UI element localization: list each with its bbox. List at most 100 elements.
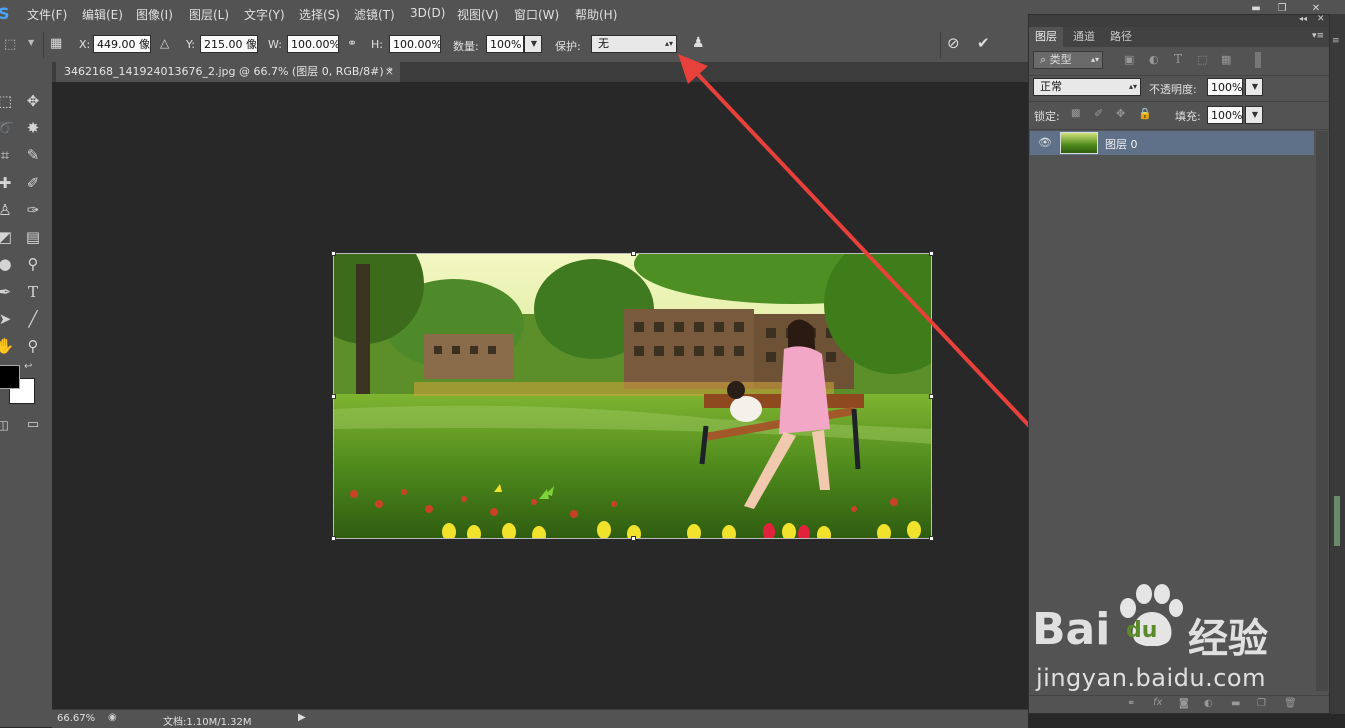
pen-tool-icon[interactable]: ✒: [0, 281, 16, 303]
x-label: X:: [79, 38, 91, 51]
lasso-tool-icon[interactable]: ➰: [0, 117, 16, 139]
menu-help[interactable]: 帮助(H): [575, 6, 617, 23]
new-group-icon[interactable]: ▬: [1231, 698, 1240, 709]
link-layers-icon[interactable]: ⚭: [1127, 698, 1135, 709]
height-field[interactable]: 100.00%: [389, 35, 441, 53]
lock-label: 锁定:: [1034, 110, 1060, 123]
filter-kind-dropdown[interactable]: ⌕ 类型 ▴▾: [1033, 51, 1103, 69]
fx-icon[interactable]: fx: [1153, 697, 1162, 708]
relative-position-icon[interactable]: △: [160, 36, 169, 50]
opacity-field[interactable]: 100%: [1207, 78, 1243, 96]
layer-name[interactable]: 图层 0: [1105, 136, 1138, 152]
clone-stamp-icon[interactable]: ♙: [0, 199, 16, 221]
width-field[interactable]: 100.00%: [287, 35, 339, 53]
healing-brush-icon[interactable]: ✚: [0, 172, 16, 194]
brush-tool-icon[interactable]: ✐: [22, 172, 44, 194]
adjustment-layer-icon[interactable]: ◐: [1204, 698, 1213, 709]
transform-handle-t[interactable]: [631, 251, 636, 256]
menu-3d[interactable]: 3D(D): [410, 6, 445, 20]
layer-thumbnail: [1060, 132, 1098, 154]
lock-brush-icon[interactable]: ✐: [1094, 107, 1103, 120]
fill-dropdown[interactable]: ▼: [1245, 106, 1263, 124]
transform-handle-bl[interactable]: [331, 536, 336, 541]
menu-select[interactable]: 选择(S): [299, 6, 340, 23]
tool-preset-arrow-icon[interactable]: ▼: [28, 38, 34, 47]
menu-type[interactable]: 文字(Y): [244, 6, 285, 23]
transform-tool-icon[interactable]: ⬚: [4, 37, 16, 52]
panel-tabs: 图层 通道 路径 ▾≡: [1029, 27, 1329, 47]
menu-image[interactable]: 图像(I): [136, 6, 173, 23]
menu-layer[interactable]: 图层(L): [189, 6, 229, 23]
lock-transparent-icon[interactable]: ▩: [1071, 108, 1080, 119]
add-mask-icon[interactable]: ◙: [1179, 698, 1189, 709]
quick-mask-icon[interactable]: ◫: [0, 414, 14, 436]
close-panel-icon[interactable]: ✕: [1317, 14, 1325, 24]
status-info-icon[interactable]: ◉: [108, 712, 117, 723]
x-field[interactable]: 449.00 像素: [93, 35, 151, 53]
collapse-panel-icon[interactable]: ◂◂: [1299, 14, 1307, 23]
menu-edit[interactable]: 编辑(E): [82, 6, 123, 23]
gradient-tool-icon[interactable]: ▤: [22, 226, 44, 248]
document-tab[interactable]: 3462168_141924013676_2.jpg @ 66.7% (图层 0…: [56, 62, 400, 82]
filter-pixel-icon[interactable]: ▣: [1124, 53, 1134, 66]
history-brush-icon[interactable]: ✑: [22, 199, 44, 221]
delete-layer-icon[interactable]: 🗑: [1284, 698, 1297, 709]
menu-window[interactable]: 窗口(W): [514, 6, 559, 23]
filter-adjustment-icon[interactable]: ◐: [1149, 53, 1159, 66]
eraser-tool-icon[interactable]: ◩: [0, 226, 16, 248]
eyedropper-icon[interactable]: ✎: [22, 144, 44, 166]
menu-filter[interactable]: 滤镜(T): [354, 6, 395, 23]
menu-file[interactable]: 文件(F): [27, 6, 67, 23]
lock-all-icon[interactable]: 🔒: [1138, 107, 1152, 120]
layer-visibility-eye-icon[interactable]: 👁: [1038, 136, 1052, 149]
search-icon: ⌕: [1040, 53, 1050, 66]
protect-label: 保护:: [555, 40, 581, 53]
dock-scroll-handle[interactable]: [1334, 496, 1340, 546]
menu-view[interactable]: 视图(V): [457, 6, 499, 23]
swap-colors-icon[interactable]: ↩: [24, 361, 32, 372]
zoom-level[interactable]: 66.67%: [57, 713, 95, 724]
dodge-tool-icon[interactable]: ⚲: [22, 253, 44, 275]
transform-handle-l[interactable]: [331, 394, 336, 399]
panel-options-icon[interactable]: ▾≡: [1312, 31, 1324, 41]
y-field[interactable]: 215.00 像素: [200, 35, 258, 53]
link-icon[interactable]: ⚭: [347, 36, 357, 50]
opacity-dropdown[interactable]: ▼: [1245, 78, 1263, 96]
marquee-tool-icon[interactable]: ⬚: [0, 90, 16, 112]
layer-row[interactable]: 👁 图层 0: [1030, 131, 1314, 155]
crop-tool-icon[interactable]: ⌗: [0, 144, 16, 166]
tab-channels[interactable]: 通道: [1067, 27, 1101, 47]
baidu-jingyan-watermark: Bai du 经验 jingyan.baidu.com: [1032, 582, 1322, 697]
amount-field[interactable]: 100%: [486, 35, 524, 53]
lock-move-icon[interactable]: ✥: [1116, 107, 1125, 120]
tab-layers[interactable]: 图层: [1029, 27, 1063, 47]
path-select-icon[interactable]: ➤: [0, 308, 16, 330]
filter-smart-object-icon[interactable]: ▦: [1221, 53, 1231, 66]
filter-shape-icon[interactable]: ⬚: [1197, 53, 1207, 66]
move-tool-icon[interactable]: ✥: [22, 90, 44, 112]
blend-mode-dropdown[interactable]: 正常 ▴▾: [1033, 78, 1141, 96]
transform-handle-br[interactable]: [929, 536, 934, 541]
fill-field[interactable]: 100%: [1207, 106, 1243, 124]
type-tool-icon[interactable]: T: [22, 281, 44, 303]
filter-type-icon[interactable]: T: [1174, 52, 1182, 66]
filter-toggle[interactable]: [1255, 52, 1261, 68]
magic-wand-icon[interactable]: ✸: [22, 117, 44, 139]
status-menu-arrow-icon[interactable]: ▶: [298, 712, 306, 723]
amount-dropdown[interactable]: ▼: [524, 35, 542, 53]
reference-point-icon[interactable]: ▦: [50, 35, 68, 53]
new-layer-icon[interactable]: ❐: [1257, 698, 1266, 709]
zoom-tool-icon[interactable]: ⚲: [22, 335, 44, 357]
watermark-url: jingyan.baidu.com: [1036, 664, 1266, 692]
foreground-color-swatch[interactable]: [0, 365, 20, 389]
blend-mode-value: 正常: [1040, 80, 1062, 93]
hand-tool-icon[interactable]: ✋: [0, 335, 16, 357]
transform-handle-tl[interactable]: [331, 251, 336, 256]
close-tab-icon[interactable]: ×: [385, 62, 394, 82]
transform-handle-b[interactable]: [631, 536, 636, 541]
screen-mode-icon[interactable]: ▭: [22, 414, 44, 436]
panel-menu-icon[interactable]: ≡: [1332, 36, 1340, 46]
blur-tool-icon[interactable]: ●: [0, 253, 16, 275]
line-tool-icon[interactable]: ╱: [22, 308, 44, 330]
tab-paths[interactable]: 路径: [1104, 27, 1138, 47]
